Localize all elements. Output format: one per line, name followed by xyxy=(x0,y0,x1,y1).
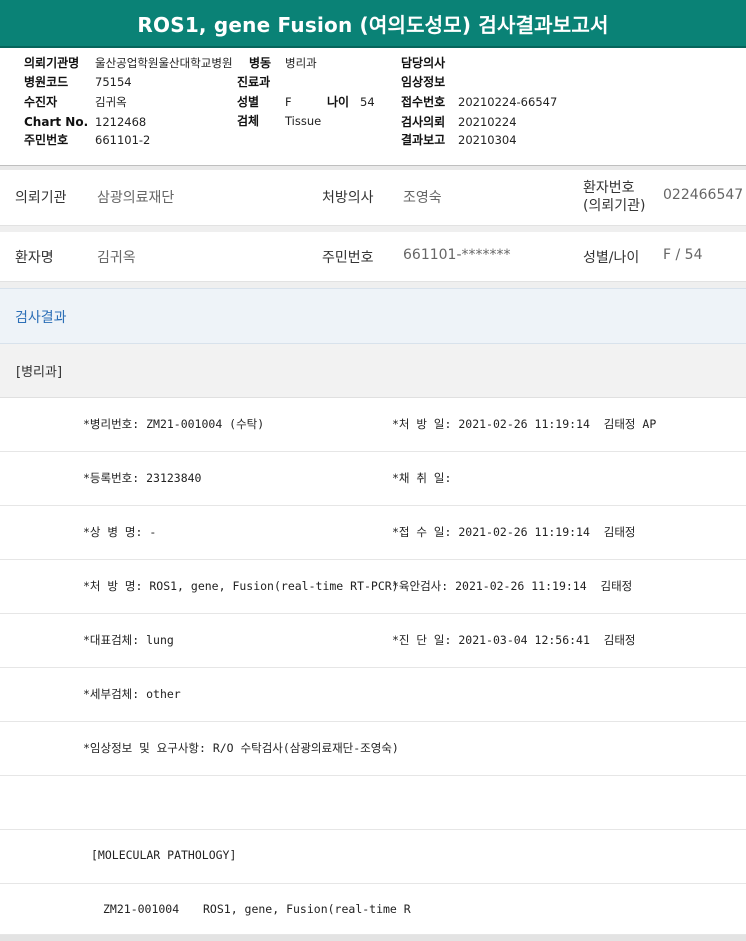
result-row: *임상정보 및 요구사항: R/O 수탁검사(삼광의료재단-조영숙) xyxy=(0,722,746,776)
bottom-scroll-strip xyxy=(0,935,746,941)
result-report-value: 20210304 xyxy=(458,133,517,147)
age-value: 54 xyxy=(360,95,375,109)
chart-no-value: 1212468 xyxy=(95,115,147,129)
result-row: *세부검체: other xyxy=(0,668,746,722)
resident-no-label: 주민번호 xyxy=(24,133,69,147)
info-row-patient: 환자명 김귀옥 주민번호 661101-******* 성별/나이 F / 54 xyxy=(0,232,746,282)
results-section-header: 검사결과 xyxy=(0,288,746,344)
attending-doctor-label: 담당의사 xyxy=(401,56,446,70)
results-section-title: 검사결과 xyxy=(15,310,67,326)
patient-no-sublabel: (의뢰기관) xyxy=(583,198,646,214)
prescribing-doctor-value: 조영숙 xyxy=(403,190,442,206)
ward-value: 병리과 xyxy=(285,56,317,70)
hospital-code-value: 75154 xyxy=(95,75,132,89)
resident-number-label: 주민번호 xyxy=(322,250,374,266)
sex-age-value: F / 54 xyxy=(663,247,703,263)
test-request-value: 20210224 xyxy=(458,115,517,129)
result-row-left: *임상정보 및 요구사항: R/O 수탁검사(삼광의료재단-조영숙) xyxy=(83,741,399,755)
molecular-header-row: [MOLECULAR PATHOLOGY] xyxy=(0,830,746,884)
molecular-result-row: ZM21-001004 ROS1, gene, Fusion(real-time… xyxy=(0,884,746,935)
patient-label: 수진자 xyxy=(24,95,58,109)
result-row-left: *대표검체: lung xyxy=(83,633,174,647)
patient-name-label: 환자명 xyxy=(15,250,54,266)
molecular-code: ZM21-001004 xyxy=(103,902,180,916)
blank-row xyxy=(0,776,746,830)
hospital-code-label: 병원코드 xyxy=(24,75,69,89)
patient-name-value: 김귀옥 xyxy=(97,250,136,266)
result-row-right: *육안검사: 2021-02-26 11:19:14 김태정 xyxy=(392,579,633,593)
result-row-right: *채 취 일: xyxy=(392,471,452,485)
receipt-no-value: 20210224-66547 xyxy=(458,95,558,109)
molecular-test-name: ROS1, gene, Fusion(real-time R xyxy=(203,902,411,916)
department-row: [병리과] xyxy=(0,344,746,398)
result-report-label: 결과보고 xyxy=(401,133,446,147)
chart-no-label: Chart No. xyxy=(24,115,89,129)
patient-no-label: 환자번호 xyxy=(583,180,635,196)
result-row-left: *병리번호: ZM21-001004 (수탁) xyxy=(83,417,265,431)
department-label: 진료과 xyxy=(237,75,271,89)
molecular-pathology-header: [MOLECULAR PATHOLOGY] xyxy=(91,848,237,862)
age-label: 나이 xyxy=(327,95,350,109)
info-row-institution: 의뢰기관 삼광의료재단 처방의사 조영숙 환자번호 (의뢰기관) 0224665… xyxy=(0,170,746,226)
sex-value: F xyxy=(285,95,292,109)
report-title-bar: ROS1, gene Fusion (여의도성모) 검사결과보고서 xyxy=(0,0,746,48)
institution-name-value: 울산공업학원울산대학교병원 xyxy=(95,56,233,70)
test-request-label: 검사의뢰 xyxy=(401,115,446,129)
department-name: [병리과] xyxy=(16,365,63,380)
result-row-left: *등록번호: 23123840 xyxy=(83,471,202,485)
report-title: ROS1, gene Fusion (여의도성모) 검사결과보고서 xyxy=(137,12,609,37)
patient-no-value: 022466547 xyxy=(663,187,744,203)
prescribing-doctor-label: 처방의사 xyxy=(322,190,374,206)
result-row-right: *처 방 일: 2021-02-26 11:19:14 김태정 AP xyxy=(392,417,657,431)
resident-number-value: 661101-******* xyxy=(403,247,511,263)
institution-label: 의뢰기관 xyxy=(15,190,67,206)
clinical-info-label: 임상정보 xyxy=(401,75,446,89)
result-row-left: *세부검체: other xyxy=(83,687,181,701)
patient-value: 김귀옥 xyxy=(95,95,127,109)
sex-age-label: 성별/나이 xyxy=(583,250,640,266)
result-row: *처 방 명: ROS1, gene, Fusion(real-time RT-… xyxy=(0,560,746,614)
result-row-left: *상 병 명: - xyxy=(83,525,157,539)
result-row: *상 병 명: - *접 수 일: 2021-02-26 11:19:14 김태… xyxy=(0,506,746,560)
institution-value: 삼광의료재단 xyxy=(97,190,175,206)
result-row: *대표검체: lung *진 단 일: 2021-03-04 12:56:41 … xyxy=(0,614,746,668)
result-row-right: *접 수 일: 2021-02-26 11:19:14 김태정 xyxy=(392,525,636,539)
sex-label: 성별 xyxy=(237,95,260,109)
result-row: *병리번호: ZM21-001004 (수탁) *처 방 일: 2021-02-… xyxy=(0,398,746,452)
institution-name-label: 의뢰기관명 xyxy=(24,56,80,70)
report-header: 의뢰기관명 울산공업학원울산대학교병원 병원코드 75154 수진자 김귀옥 C… xyxy=(0,48,746,166)
ward-label: 병동 xyxy=(249,56,272,70)
result-row-left: *처 방 명: ROS1, gene, Fusion(real-time RT-… xyxy=(83,579,399,593)
specimen-value: Tissue xyxy=(285,114,322,128)
resident-no-value: 661101-2 xyxy=(95,133,151,147)
specimen-label: 검체 xyxy=(237,114,260,128)
result-row-right: *진 단 일: 2021-03-04 12:56:41 김태정 xyxy=(392,633,636,647)
receipt-no-label: 접수번호 xyxy=(401,95,446,109)
result-row: *등록번호: 23123840 *채 취 일: xyxy=(0,452,746,506)
